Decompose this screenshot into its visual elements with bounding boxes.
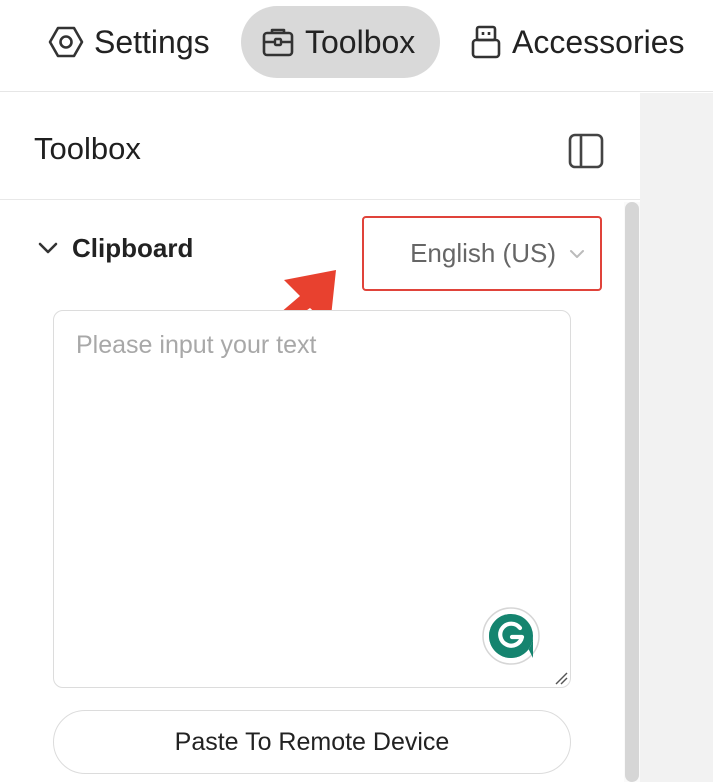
sidebar-toggle-icon [568, 133, 604, 169]
tab-accessories-label: Accessories [512, 23, 685, 60]
clipboard-text-area [53, 310, 571, 688]
clipboard-section-title: Clipboard [72, 232, 194, 263]
tab-toolbox[interactable]: Toolbox [241, 6, 440, 78]
scrollbar-thumb[interactable] [625, 202, 639, 782]
top-nav: Settings Toolbox Accessories [0, 0, 713, 92]
panel-header: Toolbox [0, 93, 640, 200]
usb-icon [471, 25, 501, 59]
resize-handle-icon[interactable] [554, 671, 568, 685]
language-select-value: English (US) [410, 238, 556, 268]
tab-settings-label: Settings [94, 23, 210, 60]
workspace-background [640, 93, 713, 782]
language-select[interactable]: English (US) [362, 216, 602, 291]
chevron-down-icon [38, 242, 58, 254]
tab-accessories[interactable]: Accessories [450, 6, 703, 78]
tab-toolbox-label: Toolbox [305, 23, 416, 60]
app-window: Settings Toolbox Accessories Toolbox Cli… [0, 0, 713, 782]
grammarly-icon[interactable] [481, 606, 541, 666]
paste-to-remote-button[interactable]: Paste To Remote Device [53, 710, 571, 774]
clipboard-section-toggle[interactable]: Clipboard [36, 228, 193, 268]
panel-title: Toolbox [34, 131, 141, 166]
tab-settings[interactable]: Settings [28, 6, 228, 78]
toolbox-icon [262, 28, 294, 57]
chevron-down-icon [570, 249, 584, 258]
gear-icon [48, 26, 84, 58]
panel-toggle-button[interactable] [566, 133, 606, 169]
